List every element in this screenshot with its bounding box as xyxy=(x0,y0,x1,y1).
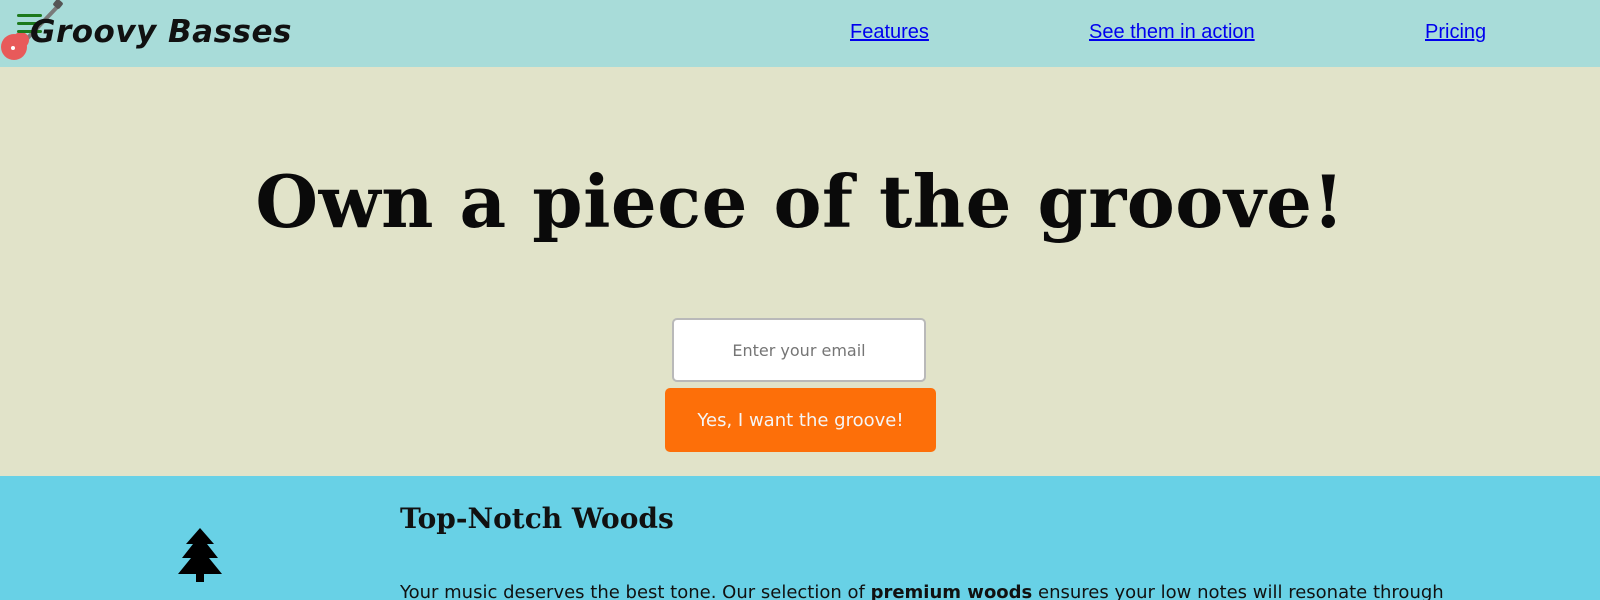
nav-link-features[interactable]: Features xyxy=(850,21,929,44)
feature-title: Top-Notch Woods xyxy=(400,502,674,535)
brand-name: Groovy Basses xyxy=(30,14,292,50)
nav-link-pricing[interactable]: Pricing xyxy=(1425,21,1486,44)
top-navbar: Groovy Basses Features See them in actio… xyxy=(0,0,1600,67)
submit-button[interactable]: Yes, I want the groove! xyxy=(665,388,936,452)
email-input[interactable] xyxy=(672,318,926,382)
features-section: Top-Notch Woods Your music deserves the … xyxy=(0,476,1600,600)
hero-section: Own a piece of the groove! Yes, I want t… xyxy=(0,67,1600,476)
tree-icon xyxy=(178,528,222,582)
feature-description: Your music deserves the best tone. Our s… xyxy=(400,582,1444,600)
hero-title: Own a piece of the groove! xyxy=(255,159,1345,244)
nav-link-see-them-in-action[interactable]: See them in action xyxy=(1089,21,1255,44)
